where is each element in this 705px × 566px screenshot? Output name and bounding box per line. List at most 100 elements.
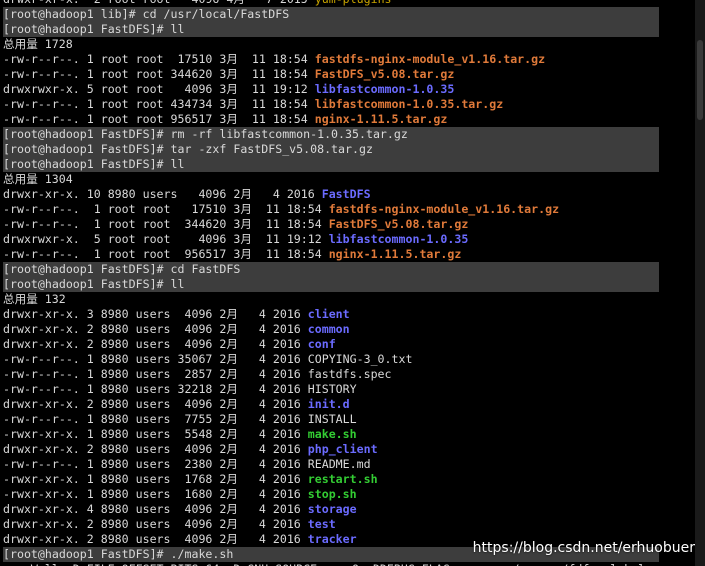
terminal-line: -rw-r--r--. 1 root root 344620 3月 11 18:… xyxy=(3,217,659,232)
directory-name: client xyxy=(307,307,350,321)
terminal-line: drwxr-xr-x. 4 8980 users 4096 2月 4 2016 … xyxy=(3,502,659,517)
terminal-text: -rw-r--r--. 1 8980 users 2380 2月 4 2016 … xyxy=(3,457,371,471)
terminal-line: drwxr-xr-x. 2 8980 users 4096 2月 4 2016 … xyxy=(3,517,659,532)
terminal-line: -rw-r--r--. 1 root root 956517 3月 11 18:… xyxy=(3,112,659,127)
terminal-text: drwxr-xr-x. 2 8980 users 4096 2月 4 2016 xyxy=(3,337,308,351)
terminal-text: [root@hadoop1 FastDFS]# ./make.sh xyxy=(3,547,234,561)
terminal-line: drwxr-xr-x. 3 8980 users 4096 2月 4 2016 … xyxy=(3,307,659,322)
terminal-line: -rwxr-xr-x. 1 8980 users 1680 2月 4 2016 … xyxy=(3,487,659,502)
executable-name: make.sh xyxy=(307,427,357,441)
terminal-text: yum-plugins xyxy=(315,0,392,6)
terminal-line: -rw-r--r--. 1 8980 users 2380 2月 4 2016 … xyxy=(3,457,659,472)
scrollbar-thumb[interactable] xyxy=(697,40,703,120)
terminal-window[interactable]: drwxr-xr-x. 2 root root 4096 4月 7 2015 y… xyxy=(0,0,705,566)
terminal-line: 总用量 1304 xyxy=(3,172,659,187)
terminal-text: -rw-r--r--. 1 root root 344620 3月 11 18:… xyxy=(3,67,315,81)
terminal-text: [root@hadoop1 FastDFS]# rm -rf libfastco… xyxy=(3,127,408,141)
terminal-text: [root@hadoop1 FastDFS]# cd FastDFS xyxy=(3,262,241,276)
terminal-line: -rw-r--r--. 1 root root 17510 3月 11 18:5… xyxy=(3,202,659,217)
terminal-text: drwxr-xr-x. 2 8980 users 4096 2月 4 2016 xyxy=(3,322,308,336)
terminal-text: drwxr-xr-x. 2 root root 4096 4月 7 2015 xyxy=(3,0,315,6)
terminal-text: [root@hadoop1 FastDFS]# ll xyxy=(3,157,185,171)
terminal-line: drwxr-xr-x. 2 8980 users 4096 2月 4 2016 … xyxy=(3,337,659,352)
terminal-text: -rwxr-xr-x. 1 8980 users 1768 2月 4 2016 xyxy=(3,472,308,486)
terminal-text: -rw-r--r--. 1 root root 344620 3月 11 18:… xyxy=(3,217,329,231)
directory-name: storage xyxy=(307,502,357,516)
terminal-text: 总用量 1304 xyxy=(3,172,73,186)
terminal-line: drwxr-xr-x. 2 8980 users 4096 2月 4 2016 … xyxy=(3,442,659,457)
terminal-line: -rwxr-xr-x. 1 8980 users 5548 2月 4 2016 … xyxy=(3,427,659,442)
terminal-line: [root@hadoop1 FastDFS]# ll xyxy=(3,277,660,292)
terminal-line: -rwxr-xr-x. 1 8980 users 1768 2月 4 2016 … xyxy=(3,472,659,487)
terminal-text: [root@hadoop1 lib]# cd /usr/local/FastDF… xyxy=(3,7,290,21)
terminal-text: -rw-r--r--. 1 8980 users 2857 2月 4 2016 … xyxy=(3,367,392,381)
terminal-line: drwxr-xr-x. 10 8980 users 4096 2月 4 2016… xyxy=(3,187,659,202)
terminal-text: drwxr-xr-x. 2 8980 users 4096 2月 4 2016 xyxy=(3,442,308,456)
archive-name: libfastcommon-1.0.35.tar.gz xyxy=(314,97,504,111)
terminal-text: 总用量 132 xyxy=(3,292,66,306)
terminal-text: drwxrwxr-x. 5 root root 4096 3月 11 19:12 xyxy=(3,82,315,96)
terminal-scrollbar[interactable] xyxy=(695,0,705,566)
terminal-text: -rw-r--r--. 1 8980 users 35067 2月 4 2016… xyxy=(3,352,413,366)
directory-name: init.d xyxy=(307,397,350,411)
directory-name: FastDFS xyxy=(321,187,371,201)
terminal-text: -rw-r--r--. 1 root root 17510 3月 11 18:5… xyxy=(3,52,315,66)
terminal-text: drwxr-xr-x. 2 8980 users 4096 2月 4 2016 xyxy=(3,517,308,531)
directory-name: libfastcommon-1.0.35 xyxy=(328,232,469,246)
terminal-line: [root@hadoop1 FastDFS]# ll xyxy=(3,157,660,172)
terminal-text: -rw-r--r--. 1 root root 17510 3月 11 18:5… xyxy=(3,202,329,216)
directory-name: php_client xyxy=(307,442,378,456)
terminal-text: -rw-r--r--. 1 8980 users 7755 2月 4 2016 … xyxy=(3,412,357,426)
directory-name: common xyxy=(307,322,350,336)
terminal-text: -rw-r--r--. 1 root root 434734 3月 11 18:… xyxy=(3,97,315,111)
terminal-line: drwxr-xr-x. 2 root root 4096 4月 7 2015 y… xyxy=(3,0,659,7)
watermark-text: https://blog.csdn.net/erhuobuer xyxy=(472,540,695,556)
terminal-line: drwxrwxr-x. 5 root root 4096 3月 11 19:12… xyxy=(3,82,659,97)
terminal-line: -rw-r--r--. 1 root root 17510 3月 11 18:5… xyxy=(3,52,659,67)
terminal-output: drwxr-xr-x. 2 root root 4096 4月 7 2015 y… xyxy=(3,0,660,566)
terminal-text: drwxr-xr-x. 10 8980 users 4096 2月 4 2016 xyxy=(3,187,322,201)
archive-name: nginx-1.11.5.tar.gz xyxy=(314,112,448,126)
archive-name: fastdfs-nginx-module_v1.16.tar.gz xyxy=(314,52,546,66)
terminal-line: -rw-r--r--. 1 8980 users 32218 2月 4 2016… xyxy=(3,382,659,397)
terminal-text: cc -Wall -D_FILE_OFFSET_BITS=64 -D_GNU_S… xyxy=(3,562,659,566)
terminal-line: -rw-r--r--. 1 root root 344620 3月 11 18:… xyxy=(3,67,659,82)
terminal-line: -rw-r--r--. 1 8980 users 7755 2月 4 2016 … xyxy=(3,412,659,427)
terminal-line: [root@hadoop1 FastDFS]# cd FastDFS xyxy=(3,262,660,277)
terminal-line: [root@hadoop1 FastDFS]# tar -zxf FastDFS… xyxy=(3,142,660,157)
terminal-line: -rw-r--r--. 1 8980 users 2857 2月 4 2016 … xyxy=(3,367,659,382)
terminal-text: -rwxr-xr-x. 1 8980 users 5548 2月 4 2016 xyxy=(3,427,308,441)
terminal-line: drwxrwxr-x. 5 root root 4096 3月 11 19:12… xyxy=(3,232,659,247)
terminal-text: -rw-r--r--. 1 root root 956517 3月 11 18:… xyxy=(3,247,329,261)
terminal-text: -rwxr-xr-x. 1 8980 users 1680 2月 4 2016 xyxy=(3,487,308,501)
directory-name: conf xyxy=(307,337,336,351)
executable-name: restart.sh xyxy=(307,472,378,486)
terminal-text: drwxrwxr-x. 5 root root 4096 3月 11 19:12 xyxy=(3,232,329,246)
terminal-text: [root@hadoop1 FastDFS]# ll xyxy=(3,277,185,291)
terminal-text: drwxr-xr-x. 4 8980 users 4096 2月 4 2016 xyxy=(3,502,308,516)
executable-name: stop.sh xyxy=(307,487,357,501)
terminal-text: drwxr-xr-x. 3 8980 users 4096 2月 4 2016 xyxy=(3,307,308,321)
terminal-line: [root@hadoop1 FastDFS]# rm -rf libfastco… xyxy=(3,127,660,142)
terminal-text: -rw-r--r--. 1 root root 956517 3月 11 18:… xyxy=(3,112,315,126)
terminal-text: drwxr-xr-x. 2 8980 users 4096 2月 4 2016 xyxy=(3,397,308,411)
terminal-text: drwxr-xr-x. 2 8980 users 4096 2月 4 2016 xyxy=(3,532,308,546)
terminal-line: cc -Wall -D_FILE_OFFSET_BITS=64 -D_GNU_S… xyxy=(3,562,659,566)
terminal-line: -rw-r--r--. 1 root root 956517 3月 11 18:… xyxy=(3,247,659,262)
terminal-line: 总用量 132 xyxy=(3,292,659,307)
archive-name: nginx-1.11.5.tar.gz xyxy=(328,247,462,261)
terminal-text: 总用量 1728 xyxy=(3,37,73,51)
terminal-line: -rw-r--r--. 1 8980 users 35067 2月 4 2016… xyxy=(3,352,659,367)
directory-name: tracker xyxy=(307,532,357,546)
archive-name: fastdfs-nginx-module_v1.16.tar.gz xyxy=(328,202,560,216)
terminal-text: [root@hadoop1 FastDFS]# ll xyxy=(3,22,185,36)
archive-name: FastDFS_v5.08.tar.gz xyxy=(328,217,469,231)
directory-name: libfastcommon-1.0.35 xyxy=(314,82,455,96)
terminal-line: drwxr-xr-x. 2 8980 users 4096 2月 4 2016 … xyxy=(3,322,659,337)
terminal-line: [root@hadoop1 lib]# cd /usr/local/FastDF… xyxy=(3,7,660,22)
terminal-text: -rw-r--r--. 1 8980 users 32218 2月 4 2016… xyxy=(3,382,357,396)
terminal-text: [root@hadoop1 FastDFS]# tar -zxf FastDFS… xyxy=(3,142,373,156)
terminal-line: [root@hadoop1 FastDFS]# ll xyxy=(3,22,660,37)
terminal-line: drwxr-xr-x. 2 8980 users 4096 2月 4 2016 … xyxy=(3,397,659,412)
directory-name: test xyxy=(307,517,336,531)
